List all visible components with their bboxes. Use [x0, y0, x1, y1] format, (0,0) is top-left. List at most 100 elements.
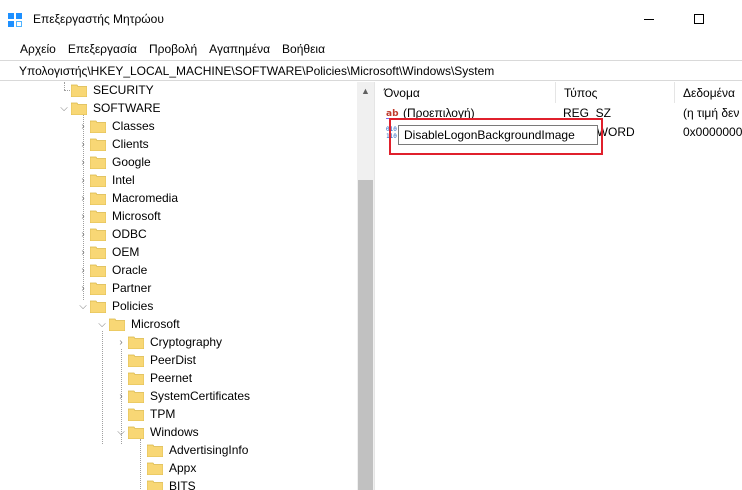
chevron-right-icon[interactable]: ›	[76, 153, 90, 171]
tree-scrollbar[interactable]: ▲	[357, 82, 374, 490]
tree-item-label: Microsoft	[131, 317, 180, 331]
chevron-right-icon[interactable]: ›	[76, 189, 90, 207]
chevron-down-icon[interactable]: ⌵	[95, 315, 109, 333]
menu-favorites[interactable]: Αγαπημένα	[203, 38, 276, 60]
tree-item-label: Oracle	[112, 263, 148, 277]
folder-icon	[90, 264, 106, 277]
tree-item[interactable]: › OEM	[76, 243, 141, 261]
minimize-button[interactable]	[626, 0, 672, 38]
tree-item[interactable]: ⌵ Policies	[76, 297, 155, 315]
folder-icon	[90, 156, 106, 169]
folder-icon	[147, 462, 163, 475]
tree-item-label: Intel	[112, 173, 135, 187]
folder-icon	[128, 390, 144, 403]
values-list: Όνομα Τύπος Δεδομένα ab (Προεπιλογή) REG…	[376, 82, 742, 490]
tree-item-label: Macromedia	[112, 191, 179, 205]
menu-bar: Αρχείο Επεξεργασία Προβολή Αγαπημένα Βοή…	[0, 38, 742, 60]
tree-item[interactable]: ⌵ Microsoft	[95, 315, 182, 333]
maximize-icon	[694, 14, 704, 24]
tree-item[interactable]: › SystemCertificates	[114, 387, 252, 405]
chevron-down-icon[interactable]: ⌵	[57, 99, 71, 117]
minimize-icon	[644, 18, 654, 20]
tree-item-label: TPM	[150, 407, 176, 421]
tree-item[interactable]: › ODBC	[76, 225, 149, 243]
tree-item[interactable]: › Classes	[76, 117, 157, 135]
menu-edit[interactable]: Επεξεργασία	[62, 38, 143, 60]
tree-item[interactable]: ⌵ SOFTWARE	[57, 99, 163, 117]
column-header-name[interactable]: Όνομα	[376, 82, 556, 103]
column-header-data[interactable]: Δεδομένα	[675, 82, 742, 103]
folder-icon	[90, 210, 106, 223]
column-header-type[interactable]: Τύπος	[556, 82, 675, 103]
registry-editor-icon	[8, 13, 22, 27]
folder-open-icon	[90, 300, 106, 313]
tree-item[interactable]: ⌵ Windows	[114, 423, 201, 441]
tree-item[interactable]: › Macromedia	[76, 189, 180, 207]
chevron-down-icon[interactable]: ⌵	[114, 423, 128, 441]
chevron-right-icon[interactable]: ›	[76, 171, 90, 189]
tree-item[interactable]: SECURITY	[57, 82, 156, 99]
tree-item[interactable]: PeerDist	[114, 351, 198, 369]
folder-icon	[147, 444, 163, 457]
folder-icon	[71, 84, 87, 97]
chevron-right-icon[interactable]: ›	[76, 225, 90, 243]
scroll-up-icon[interactable]: ▲	[357, 82, 374, 99]
tree-item[interactable]: › Microsoft	[76, 207, 163, 225]
folder-open-icon	[109, 318, 125, 331]
tree-item[interactable]: Peernet	[114, 369, 194, 387]
tree-item[interactable]: › Google	[76, 153, 153, 171]
tree-item[interactable]: › Clients	[76, 135, 151, 153]
tree-item[interactable]: › Oracle	[76, 261, 149, 279]
tree-item-label: OEM	[112, 245, 140, 259]
tree-item[interactable]: › Cryptography	[114, 333, 224, 351]
tree-item-label: Partner	[112, 281, 152, 295]
tree-item-label: ODBC	[112, 227, 147, 241]
chevron-right-icon[interactable]: ›	[114, 387, 128, 405]
folder-icon	[90, 138, 106, 151]
chevron-right-icon[interactable]: ›	[76, 279, 90, 297]
address-bar[interactable]: Υπολογιστής\HKEY_LOCAL_MACHINE\SOFTWARE\…	[0, 60, 742, 81]
value-data: 0x00000000	[683, 125, 742, 139]
tree-item-label: Appx	[169, 461, 197, 475]
chevron-right-icon[interactable]: ›	[114, 333, 128, 351]
title-bar: Επεξεργαστής Μητρώου	[0, 0, 742, 38]
folder-icon	[128, 354, 144, 367]
tree-item-label: SOFTWARE	[93, 101, 161, 115]
tree-item-label: SystemCertificates	[150, 389, 251, 403]
tree-item[interactable]: BITS	[133, 477, 198, 490]
scrollbar-thumb[interactable]	[358, 180, 373, 490]
tree-item-label: SECURITY	[93, 83, 154, 97]
folder-icon	[128, 408, 144, 421]
folder-icon	[90, 192, 106, 205]
folder-icon	[128, 372, 144, 385]
chevron-right-icon[interactable]: ›	[76, 117, 90, 135]
tree-item-label: BITS	[169, 479, 196, 490]
tree-item-label: Microsoft	[112, 209, 161, 223]
tree-item-label: Clients	[112, 137, 149, 151]
tree-item[interactable]: Appx	[133, 459, 198, 477]
tree-item[interactable]: › Partner	[76, 279, 153, 297]
tree-item[interactable]: AdvertisingInfo	[133, 441, 250, 459]
chevron-down-icon[interactable]: ⌵	[76, 297, 90, 315]
menu-file[interactable]: Αρχείο	[14, 38, 62, 60]
key-tree: SECURITY ⌵ SOFTWARE › Classes › Clients …	[19, 82, 375, 490]
maximize-button[interactable]	[676, 0, 722, 38]
tree-item-label: AdvertisingInfo	[169, 443, 249, 457]
tree-item[interactable]: TPM	[114, 405, 177, 423]
tree-guide-line	[102, 331, 103, 444]
tree-item[interactable]: › Intel	[76, 171, 137, 189]
folder-icon	[147, 480, 163, 490]
chevron-right-icon[interactable]: ›	[76, 261, 90, 279]
chevron-right-icon[interactable]: ›	[76, 243, 90, 261]
menu-view[interactable]: Προβολή	[143, 38, 203, 60]
window-title: Επεξεργαστής Μητρώου	[33, 12, 164, 26]
menu-help[interactable]: Βοήθεια	[276, 38, 331, 60]
chevron-right-icon[interactable]: ›	[76, 207, 90, 225]
chevron-right-icon[interactable]: ›	[76, 135, 90, 153]
